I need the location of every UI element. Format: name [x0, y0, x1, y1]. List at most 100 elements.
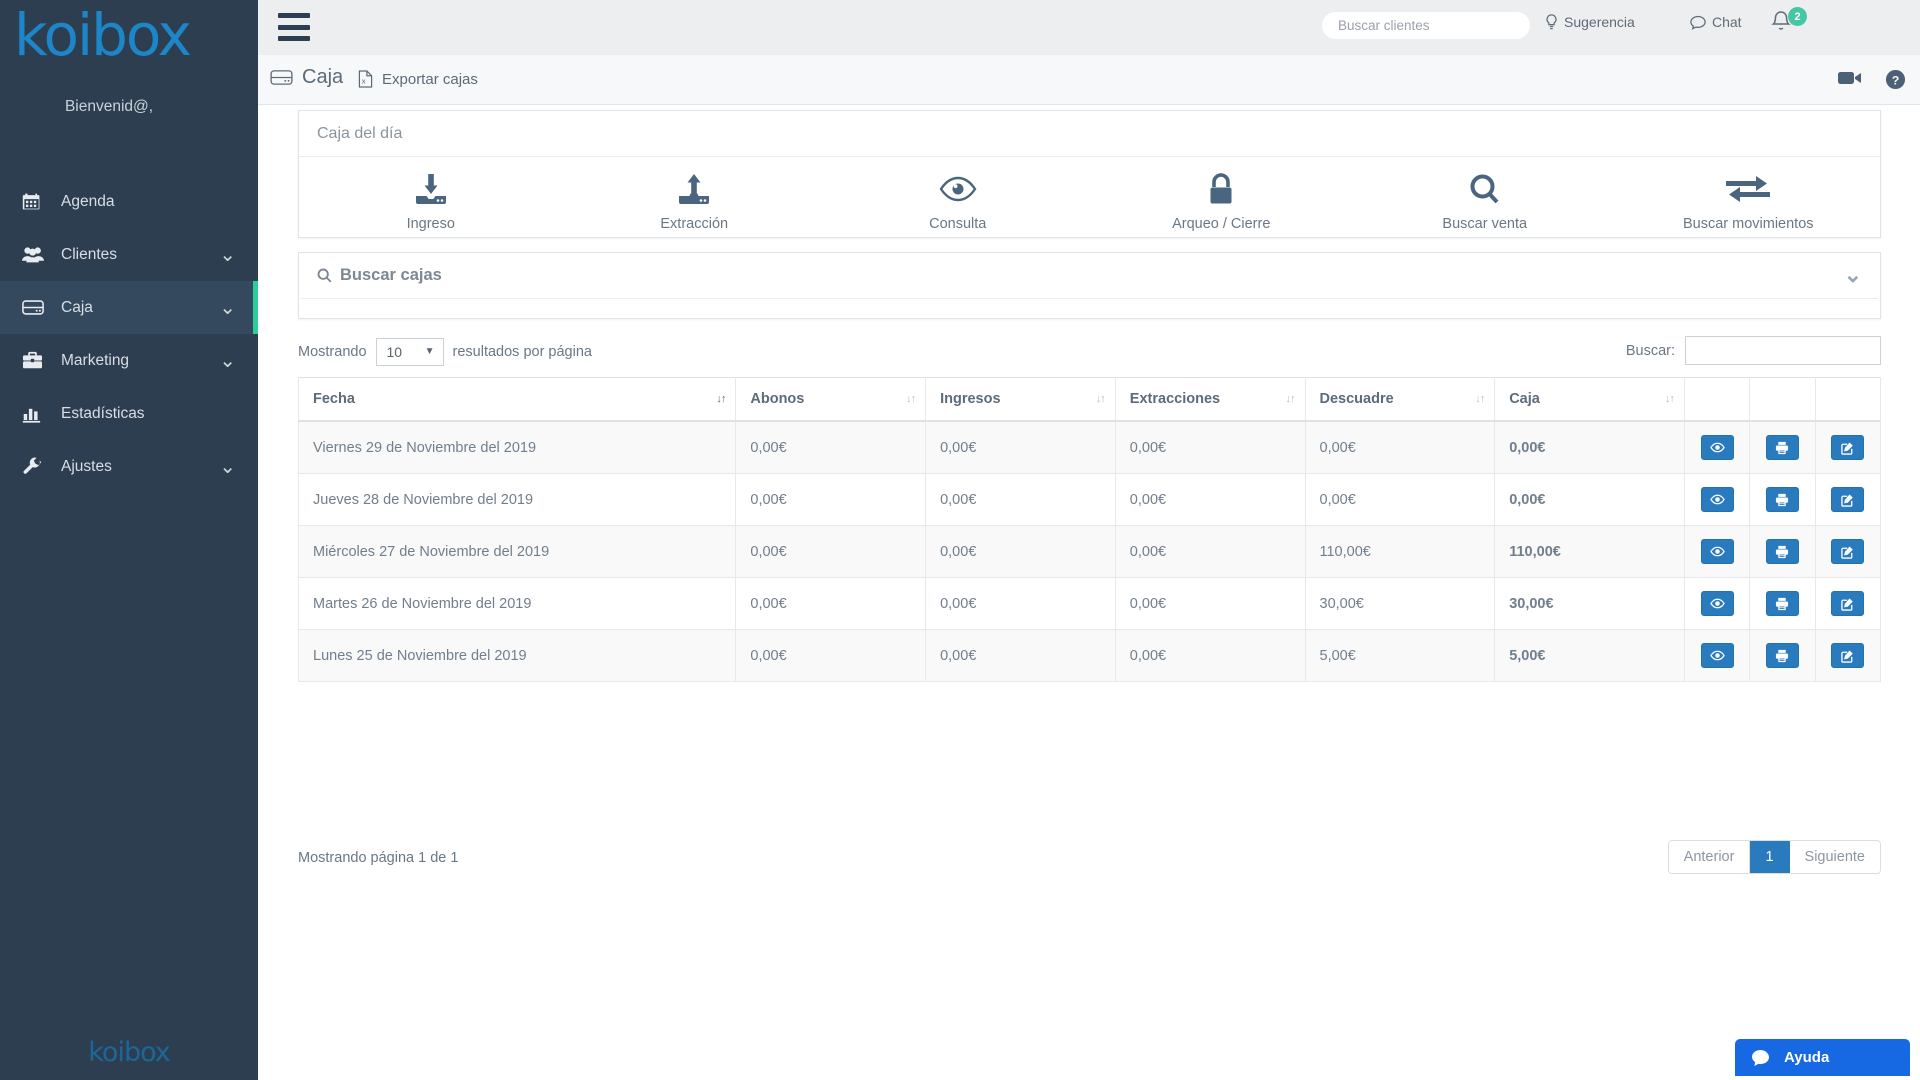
sidebar-item-agenda[interactable]: Agenda: [0, 175, 258, 228]
chevron-down-icon[interactable]: ⌄: [219, 351, 236, 371]
pagination-page-1[interactable]: 1: [1750, 841, 1790, 873]
video-camera-icon[interactable]: [1838, 69, 1862, 87]
printer-button[interactable]: [1765, 487, 1799, 512]
cell-fecha: Miércoles 27 de Noviembre del 2019: [297, 525, 737, 578]
action-buscar-movimientos[interactable]: Buscar movimientos: [1617, 171, 1881, 232]
column-header-fecha[interactable]: Fecha ↓↑: [297, 377, 737, 422]
cell-extracciones: 0,00€: [1114, 473, 1306, 526]
chevron-down-icon[interactable]: ⌄: [1844, 264, 1862, 286]
pagination-next[interactable]: Siguiente: [1789, 841, 1880, 873]
edit-icon: [1841, 597, 1855, 611]
printer-button[interactable]: [1765, 591, 1799, 616]
printer-button[interactable]: [1765, 539, 1799, 564]
sidebar-nav: Agenda Clientes ⌄ Caja ⌄ Marketing ⌄ Est…: [0, 175, 258, 493]
cell-ingresos: 0,00€: [925, 577, 1116, 630]
brand-logo[interactable]: koibox: [14, 6, 192, 64]
table-search-input[interactable]: [1685, 336, 1881, 365]
edit-button[interactable]: [1831, 539, 1865, 564]
column-header-descuadre[interactable]: Descuadre ↓↑: [1304, 377, 1496, 422]
page-size-select-wrapper[interactable]: 102550100 ▼: [375, 338, 444, 366]
eye-button[interactable]: [1700, 643, 1734, 668]
action-ingreso[interactable]: Ingreso: [299, 171, 563, 232]
sort-desc-icon[interactable]: ↓↑: [716, 393, 726, 405]
printer-button[interactable]: [1765, 643, 1799, 668]
cell-descuadre: 110,00€: [1304, 525, 1496, 578]
cell-action: [1814, 525, 1882, 578]
pagination-previous[interactable]: Anterior: [1668, 841, 1751, 873]
edit-button[interactable]: [1831, 643, 1865, 668]
pagination-row: Mostrando página 1 de 1 Anterior 1 Sigui…: [298, 840, 1881, 880]
sidebar-item-estadisticas[interactable]: Estadísticas: [0, 387, 258, 440]
sort-none-icon[interactable]: ↓↑: [1096, 393, 1106, 405]
column-header-extracciones[interactable]: Extracciones ↓↑: [1114, 377, 1306, 422]
suggestion-label: Sugerencia: [1564, 14, 1635, 30]
action-buscar-venta[interactable]: Buscar venta: [1353, 171, 1617, 232]
column-label: Ingresos: [940, 391, 1001, 407]
search-cajas-toggle[interactable]: Buscar cajas ⌄: [299, 253, 1880, 298]
action-arqueo-cierre[interactable]: Arqueo / Cierre: [1090, 171, 1354, 232]
edit-button[interactable]: [1831, 591, 1865, 616]
chevron-down-icon[interactable]: ⌄: [219, 245, 236, 265]
eye-icon: [1709, 442, 1725, 453]
sidebar-item-ajustes[interactable]: Ajustes ⌄: [0, 440, 258, 493]
column-label: Fecha: [313, 391, 355, 407]
cell-fecha: Lunes 25 de Noviembre del 2019: [297, 629, 737, 682]
chat-link[interactable]: Chat: [1690, 14, 1742, 30]
sort-none-icon[interactable]: ↓↑: [1475, 393, 1485, 405]
sidebar-item-clientes[interactable]: Clientes ⌄: [0, 228, 258, 281]
sidebar-footer-logo: koibox: [88, 1037, 171, 1068]
edit-button[interactable]: [1831, 435, 1865, 460]
export-cajas-button[interactable]: x Exportar cajas: [358, 70, 478, 88]
quick-actions-row: Ingreso Extracción Consulta Arqueo / Cie…: [299, 157, 1880, 232]
cell-extracciones: 0,00€: [1114, 525, 1306, 578]
action-label: Consulta: [929, 216, 987, 232]
help-icon[interactable]: ?: [1885, 69, 1906, 90]
column-header-abonos[interactable]: Abonos ↓↑: [735, 377, 927, 422]
breadcrumb-section[interactable]: Caja: [270, 66, 343, 89]
sidebar-item-marketing[interactable]: Marketing ⌄: [0, 334, 258, 387]
edit-button[interactable]: [1831, 487, 1865, 512]
showing-label: Mostrando: [298, 344, 367, 360]
page-size-control: Mostrando 102550100 ▼ resultados por pág…: [298, 338, 592, 366]
sort-none-icon[interactable]: ↓↑: [1286, 393, 1296, 405]
eye-button[interactable]: [1700, 591, 1734, 616]
client-search-input[interactable]: [1322, 12, 1530, 39]
edit-icon: [1841, 493, 1855, 507]
cell-action: [1683, 473, 1751, 526]
help-chat-widget[interactable]: Ayuda: [1735, 1039, 1910, 1076]
eye-button[interactable]: [1700, 487, 1734, 512]
cell-extracciones: 0,00€: [1114, 420, 1306, 474]
column-header-ingresos[interactable]: Ingresos ↓↑: [925, 377, 1116, 422]
notification-badge: 2: [1788, 7, 1807, 26]
eye-icon: [1709, 546, 1725, 557]
chevron-down-icon[interactable]: ⌄: [219, 457, 236, 477]
printer-button[interactable]: [1765, 435, 1799, 460]
sidebar-item-caja[interactable]: Caja ⌄: [0, 281, 258, 334]
hamburger-menu-icon[interactable]: [278, 13, 310, 41]
edit-icon: [1841, 441, 1855, 455]
column-header-action-edit: [1814, 377, 1882, 422]
action-label: Arqueo / Cierre: [1172, 216, 1271, 232]
suggestion-link[interactable]: Sugerencia: [1545, 14, 1635, 30]
table-row: Lunes 25 de Noviembre del 2019 0,00€ 0,00€…: [297, 629, 1882, 682]
column-header-caja[interactable]: Caja ↓↑: [1494, 377, 1685, 422]
sort-none-icon[interactable]: ↓↑: [906, 393, 916, 405]
page-size-select[interactable]: 102550100: [375, 338, 444, 366]
chevron-down-icon[interactable]: ⌄: [219, 298, 236, 318]
cashbox-icon: [22, 299, 48, 316]
action-extraccion[interactable]: Extracción: [563, 171, 827, 232]
printer-icon: [1775, 545, 1789, 559]
edit-icon: [1841, 545, 1855, 559]
eye-button[interactable]: [1700, 539, 1734, 564]
eye-icon: [1709, 650, 1725, 661]
action-consulta[interactable]: Consulta: [826, 171, 1090, 232]
briefcase-icon: [22, 351, 48, 370]
sidebar-item-label: Marketing: [61, 351, 130, 369]
sort-none-icon[interactable]: ↓↑: [1665, 393, 1675, 405]
sidebar-item-label: Clientes: [61, 245, 117, 263]
eye-icon: [1709, 598, 1725, 609]
cell-fecha: Viernes 29 de Noviembre del 2019: [297, 420, 737, 474]
column-header-action-view: [1683, 377, 1751, 422]
notifications-button[interactable]: 2: [1771, 7, 1807, 44]
eye-button[interactable]: [1700, 435, 1734, 460]
